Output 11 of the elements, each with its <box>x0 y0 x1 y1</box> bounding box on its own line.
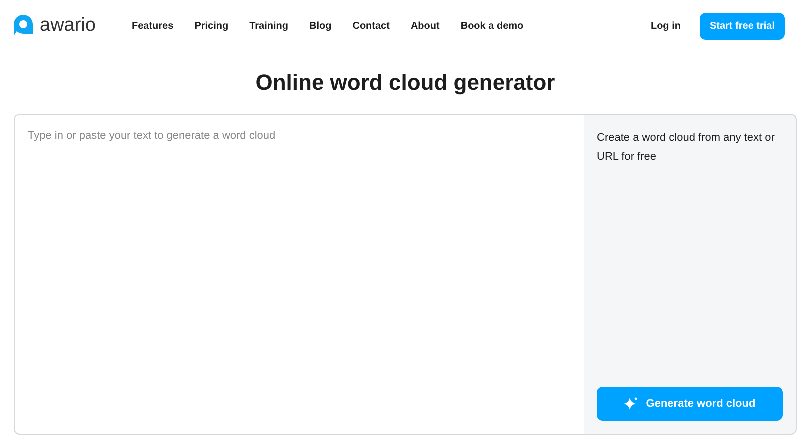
page-title: Online word cloud generator <box>254 69 556 97</box>
nav-link[interactable]: Blog <box>310 18 332 34</box>
nav-link[interactable]: Pricing <box>194 18 229 34</box>
nav-link[interactable]: About <box>410 18 440 34</box>
logo-icon <box>13 14 34 38</box>
nav-link[interactable]: Features <box>132 18 174 34</box>
nav-link[interactable]: Contact <box>352 18 390 34</box>
logo-text[interactable]: awario <box>40 12 96 40</box>
nav-link[interactable]: Training <box>250 18 288 34</box>
nav-link[interactable]: Book a demo <box>460 18 524 34</box>
login-link[interactable]: Log in <box>650 18 681 34</box>
